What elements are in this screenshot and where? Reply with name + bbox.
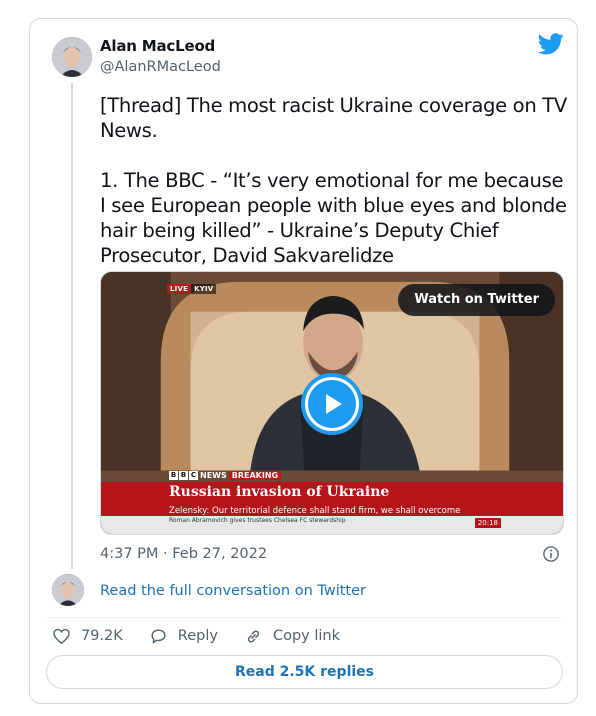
watch-on-twitter-button[interactable]: Watch on Twitter: [398, 284, 555, 316]
video-headline: Russian invasion of Ukraine: [169, 484, 390, 500]
tweet-actions: 79.2K Reply Copy link: [52, 626, 366, 646]
video-clock: 20:18: [474, 518, 501, 528]
tweet-timestamp[interactable]: 4:37 PM · Feb 27, 2022: [100, 546, 267, 562]
breaking-label: BREAKING: [228, 471, 282, 480]
twitter-bird-icon[interactable]: [538, 33, 564, 55]
info-icon[interactable]: [542, 545, 560, 563]
video-subline: Zelensky: Our territorial defence shall …: [169, 506, 461, 516]
live-badge: LIVE KYIV: [167, 284, 217, 294]
heart-icon: [53, 628, 70, 644]
bbc-news-bar: BBC NEWS BREAKING: [101, 469, 563, 482]
tweet-text: [Thread] The most racist Ukraine coverag…: [100, 94, 567, 267]
play-button[interactable]: [301, 373, 363, 435]
bbc-logo: BBC: [169, 471, 198, 480]
tweet-card: Alan MacLeod @AlanRMacLeod [Thread] The …: [29, 18, 578, 704]
author-name[interactable]: Alan MacLeod: [100, 37, 215, 55]
copy-link-label: Copy link: [272, 628, 341, 644]
headline-bar: Russian invasion of Ukraine Zelensky: Ou…: [101, 482, 563, 516]
bbc-news-label: NEWS: [200, 471, 227, 480]
speech-bubble-icon: [151, 628, 166, 644]
thread-line: [71, 83, 73, 569]
like-button[interactable]: 79.2K: [52, 627, 123, 646]
like-count: 79.2K: [81, 628, 123, 644]
live-label: LIVE: [167, 284, 192, 294]
reply-label: Reply: [177, 628, 218, 644]
author-handle[interactable]: @AlanRMacLeod: [100, 59, 221, 75]
author-avatar[interactable]: [52, 37, 92, 77]
divider: [46, 617, 563, 618]
ticker-text: Roman Abramovich gives trustees Chelsea …: [169, 517, 346, 524]
read-replies-button[interactable]: Read 2.5K replies: [46, 655, 563, 689]
reply-avatar[interactable]: [52, 574, 84, 606]
read-conversation-link[interactable]: Read the full conversation on Twitter: [100, 583, 366, 599]
video-player[interactable]: LIVE KYIV Watch on Twitter BBC NEWS BREA…: [100, 271, 564, 535]
play-icon: [308, 380, 356, 428]
reply-button[interactable]: Reply: [149, 627, 218, 646]
copy-link-button[interactable]: Copy link: [244, 627, 340, 646]
city-label: KYIV: [191, 284, 217, 294]
link-icon: [247, 630, 260, 642]
